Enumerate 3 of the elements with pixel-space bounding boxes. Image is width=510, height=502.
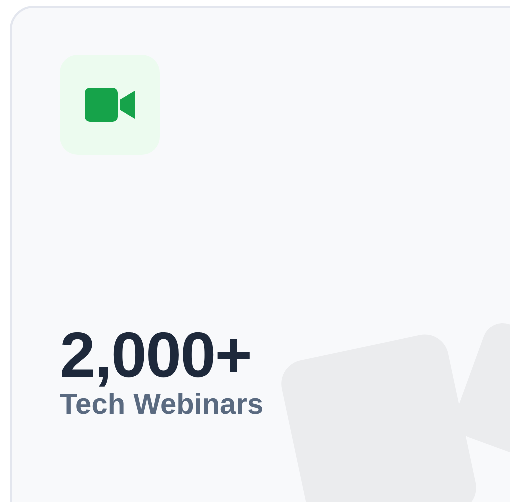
stat-value: 2,000+: [60, 319, 252, 391]
video-camera-icon: [85, 88, 135, 122]
stat-label: Tech Webinars: [60, 388, 264, 423]
